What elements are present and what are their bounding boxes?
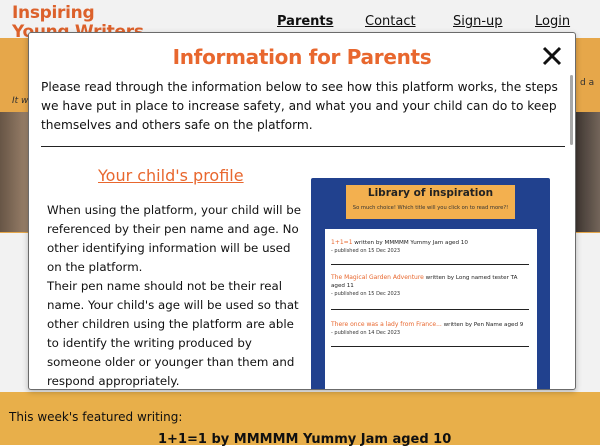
list-item: There once was a lady from France... wri…: [331, 321, 529, 337]
item-byline: written by Pen Name aged 9: [443, 322, 524, 328]
library-list: 1+1=1 written by MMMMM Yummy Jam aged 10…: [325, 229, 537, 389]
library-title: Library of inspiration: [367, 187, 494, 199]
item-byline: written by MMMMM Yummy Jam aged 10: [354, 240, 468, 246]
modal-scrollbar[interactable]: [570, 75, 573, 145]
list-item: The Magical Garden Adventure written by …: [331, 274, 529, 298]
profile-explanation: When using the platform, your child will…: [47, 201, 301, 389]
library-subtitle: So much choice! Which title will you cli…: [352, 205, 509, 211]
library-preview-image: Library of inspiration So much choice! W…: [311, 178, 550, 389]
item-published: - published on 15 Dec 2023: [331, 248, 401, 254]
section-divider: [41, 146, 565, 147]
close-icon: [542, 46, 562, 66]
modal-title: Information for Parents: [172, 45, 432, 69]
profile-paragraph: Their pen name should not be their real …: [47, 279, 299, 388]
item-title: 1+1=1: [331, 239, 353, 246]
item-title: There once was a lady from France...: [331, 321, 442, 328]
close-button[interactable]: [535, 39, 569, 73]
list-item: 1+1=1 written by MMMMM Yummy Jam aged 10…: [331, 239, 529, 255]
item-published: - published on 14 Dec 2023: [331, 330, 401, 336]
parents-info-modal: Information for Parents Please read thro…: [28, 32, 576, 390]
item-divider: [331, 309, 529, 310]
modal-intro-text: Please read through the information belo…: [41, 80, 558, 132]
section-title: Your child's profile: [98, 166, 244, 185]
profile-paragraph: When using the platform, your child will…: [47, 203, 301, 274]
item-divider: [331, 264, 529, 265]
library-header: Library of inspiration So much choice! W…: [346, 185, 515, 219]
item-divider: [331, 346, 529, 347]
item-title: The Magical Garden Adventure: [331, 274, 424, 281]
item-published: - published on 15 Dec 2023: [331, 291, 401, 297]
